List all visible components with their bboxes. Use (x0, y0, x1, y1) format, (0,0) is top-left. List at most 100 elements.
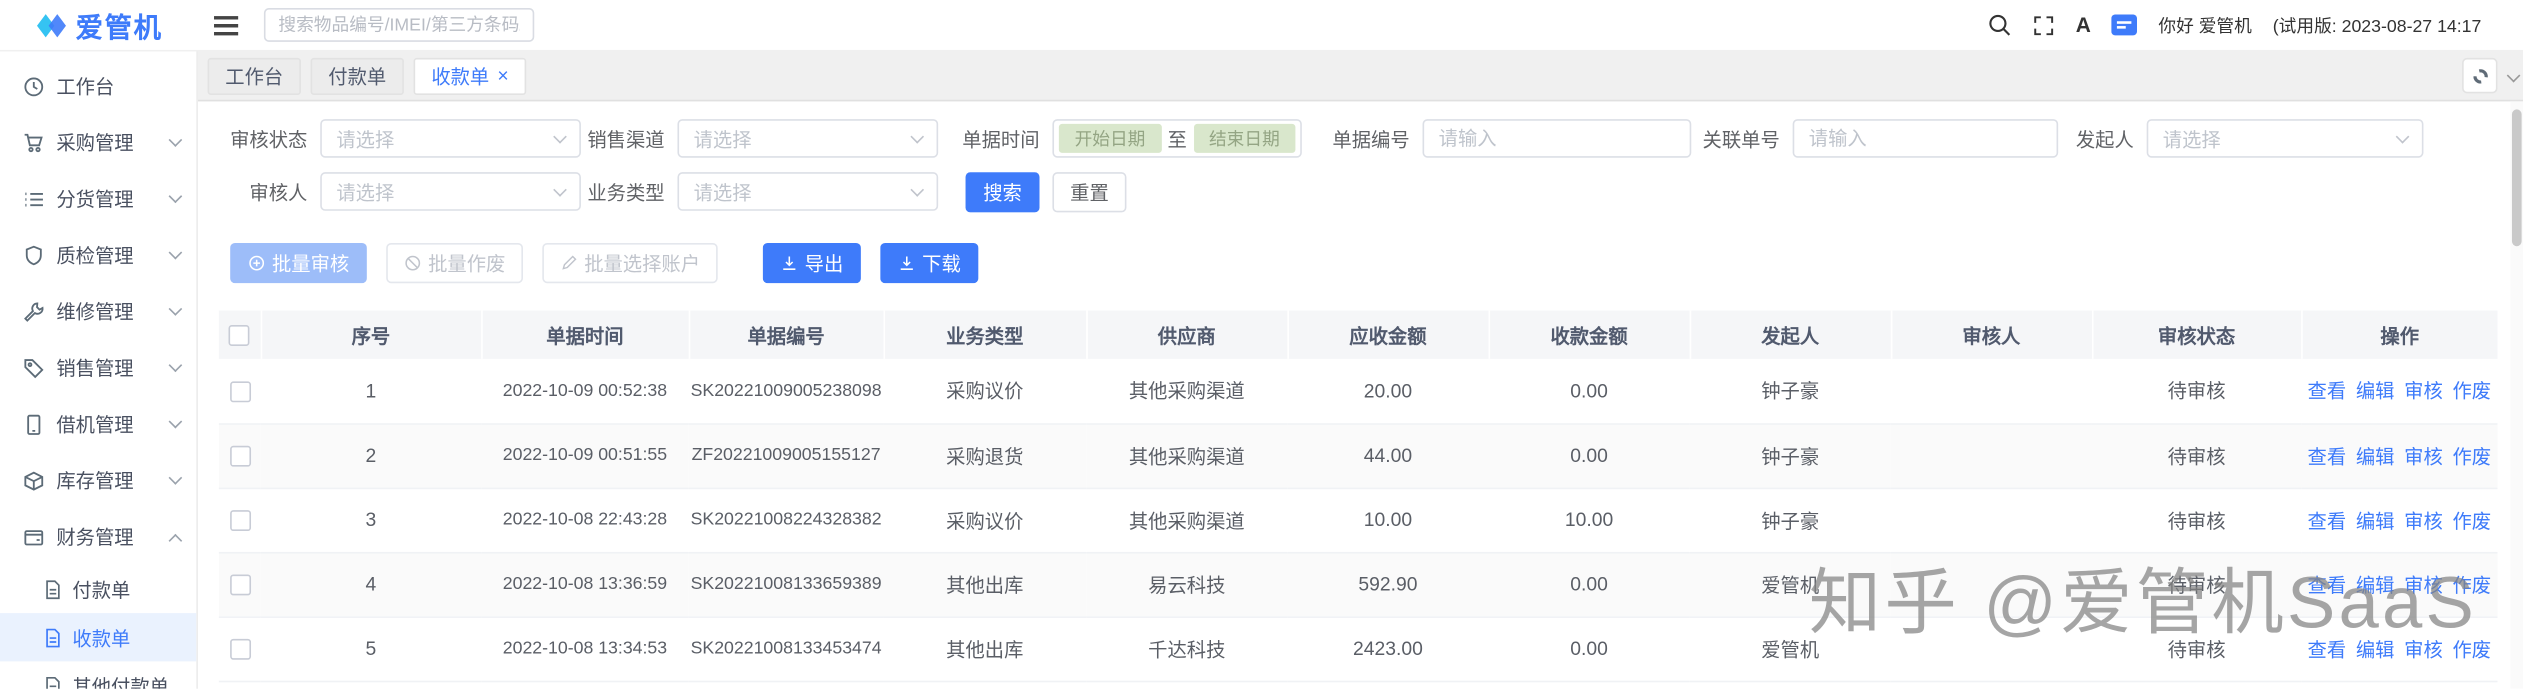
message-icon[interactable] (2111, 13, 2138, 37)
auditor-select[interactable]: 请选择 (320, 172, 581, 211)
void-link[interactable]: 作废 (2452, 638, 2491, 661)
sidebar-item-label: 其他付款单 (72, 675, 169, 689)
chevron-down-icon (910, 129, 925, 143)
sidebar-item-quality[interactable]: 质检管理 (0, 227, 196, 283)
batch-select-account-button[interactable]: 批量选择账户 (542, 242, 718, 284)
view-link[interactable]: 查看 (2308, 509, 2347, 532)
batch-action-bar: 批量审核 批量作废 批量选择账户 导出 下载 (230, 242, 979, 284)
audit-link[interactable]: 审核 (2404, 574, 2443, 597)
view-link[interactable]: 查看 (2308, 638, 2347, 661)
scrollbar-thumb[interactable] (2511, 109, 2522, 247)
void-link[interactable]: 作废 (2452, 445, 2491, 468)
chevron-down-icon (553, 182, 567, 196)
sidebar-item-repair[interactable]: 维修管理 (0, 283, 196, 339)
vertical-scrollbar[interactable] (2510, 101, 2523, 689)
business-type-select[interactable]: 请选择 (677, 172, 939, 211)
col-header-supplier: 供应商 (1086, 310, 1289, 359)
document-icon (42, 675, 63, 689)
view-link[interactable]: 查看 (2308, 380, 2347, 403)
edit-link[interactable]: 编辑 (2356, 574, 2395, 597)
search-icon[interactable] (1987, 13, 2011, 37)
sidebar-item-procurement[interactable]: 采购管理 (0, 114, 196, 170)
edit-link[interactable]: 编辑 (2356, 380, 2395, 403)
close-icon[interactable]: × (497, 66, 508, 85)
user-greeting[interactable]: 你好 爱管机 (2158, 12, 2251, 38)
row-checkbox[interactable] (229, 639, 251, 661)
end-date-input[interactable]: 结束日期 (1193, 123, 1296, 153)
chevron-down-icon (910, 182, 925, 196)
col-header-status: 审核状态 (2091, 310, 2302, 359)
cell-seq: 2 (260, 423, 482, 489)
audit-status-select[interactable]: 请选择 (320, 119, 581, 158)
filter-sales-channel: 销售渠道 请选择 (587, 119, 939, 158)
menu-toggle-icon[interactable] (214, 15, 239, 35)
audit-link[interactable]: 审核 (2404, 445, 2443, 468)
sidebar-item-sales[interactable]: 销售管理 (0, 340, 196, 396)
cell-initiator: 钟子豪 (1689, 487, 1891, 553)
cell-received: 0.00 (1488, 551, 1690, 618)
cell-seq: 1 (260, 358, 482, 425)
download-button[interactable]: 下载 (880, 242, 979, 284)
audit-link[interactable]: 审核 (2404, 509, 2443, 532)
sidebar-item-workbench[interactable]: 工作台 (0, 58, 196, 114)
edit-link[interactable]: 编辑 (2356, 445, 2395, 468)
reset-button[interactable]: 重置 (1052, 172, 1127, 213)
void-link[interactable]: 作废 (2452, 509, 2491, 532)
sidebar-item-receipt-orders[interactable]: 收款单 (0, 613, 197, 662)
fullscreen-icon[interactable] (2032, 14, 2055, 37)
row-checkbox[interactable] (229, 445, 251, 467)
row-checkbox[interactable] (229, 574, 251, 596)
row-checkbox[interactable] (229, 381, 251, 403)
cell-status: 待审核 (2091, 423, 2302, 489)
initiator-select[interactable]: 请选择 (2146, 119, 2424, 158)
font-size-icon[interactable]: A (2076, 13, 2091, 37)
chevron-down-icon[interactable] (2506, 68, 2521, 83)
sidebar-item-inventory[interactable]: 库存管理 (0, 452, 196, 508)
search-button[interactable]: 搜索 (965, 172, 1040, 213)
brand-logo[interactable]: 爱管机 (0, 5, 198, 45)
date-range-picker[interactable]: 开始日期 至 结束日期 (1052, 119, 1302, 158)
tab-settings-button[interactable] (2462, 57, 2498, 94)
cell-receivable: 44.00 (1287, 423, 1489, 489)
sales-channel-select[interactable]: 请选择 (677, 119, 939, 158)
tab-label: 付款单 (328, 65, 387, 88)
sidebar-nav: 工作台 采购管理 分货管理 质检管理 维修管理 销售管理 借机管理 库存管理 财… (0, 51, 198, 689)
related-number-input[interactable] (1792, 119, 2059, 158)
start-date-input[interactable]: 开始日期 (1058, 123, 1162, 153)
void-link[interactable]: 作废 (2452, 574, 2491, 597)
sidebar-item-loaner[interactable]: 借机管理 (0, 396, 196, 452)
date-separator: 至 (1167, 127, 1187, 151)
row-checkbox[interactable] (229, 510, 251, 532)
pencil-icon (560, 254, 578, 272)
filter-label: 单据编号 (1332, 127, 1410, 151)
export-button[interactable]: 导出 (762, 242, 862, 284)
view-link[interactable]: 查看 (2308, 445, 2347, 468)
sidebar-item-label: 维修管理 (56, 300, 134, 324)
select-all-checkbox[interactable] (228, 325, 250, 347)
sidebar-item-payment-orders[interactable]: 付款单 (0, 565, 196, 613)
col-header-select (218, 310, 262, 359)
global-search-input[interactable] (263, 8, 535, 42)
tab-receipt-orders[interactable]: 收款单 × (413, 57, 527, 95)
edit-link[interactable]: 编辑 (2356, 638, 2395, 661)
col-header-number: 单据编号 (688, 310, 885, 359)
sidebar-item-label: 库存管理 (56, 469, 134, 493)
tab-payment-orders[interactable]: 付款单 (310, 57, 404, 95)
sidebar-item-distribution[interactable]: 分货管理 (0, 171, 196, 227)
batch-void-button[interactable]: 批量作废 (386, 242, 524, 284)
sidebar-item-other-payment-orders[interactable]: 其他付款单 (0, 661, 196, 689)
view-link[interactable]: 查看 (2308, 574, 2347, 597)
sidebar-item-finance[interactable]: 财务管理 (0, 509, 196, 565)
cell-operations: 查看 编辑 审核 作废 (2301, 358, 2498, 425)
audit-link[interactable]: 审核 (2404, 380, 2443, 403)
tab-workbench[interactable]: 工作台 (207, 57, 301, 95)
cell-received: 0.00 (1488, 616, 1690, 682)
shield-icon (23, 244, 46, 267)
cell-supplier: 易云科技 (1086, 551, 1288, 618)
doc-number-input[interactable] (1422, 119, 1692, 158)
wrench-icon (23, 300, 46, 323)
batch-audit-button[interactable]: 批量审核 (230, 242, 367, 284)
void-link[interactable]: 作废 (2452, 380, 2491, 403)
audit-link[interactable]: 审核 (2404, 638, 2443, 661)
edit-link[interactable]: 编辑 (2356, 509, 2395, 532)
